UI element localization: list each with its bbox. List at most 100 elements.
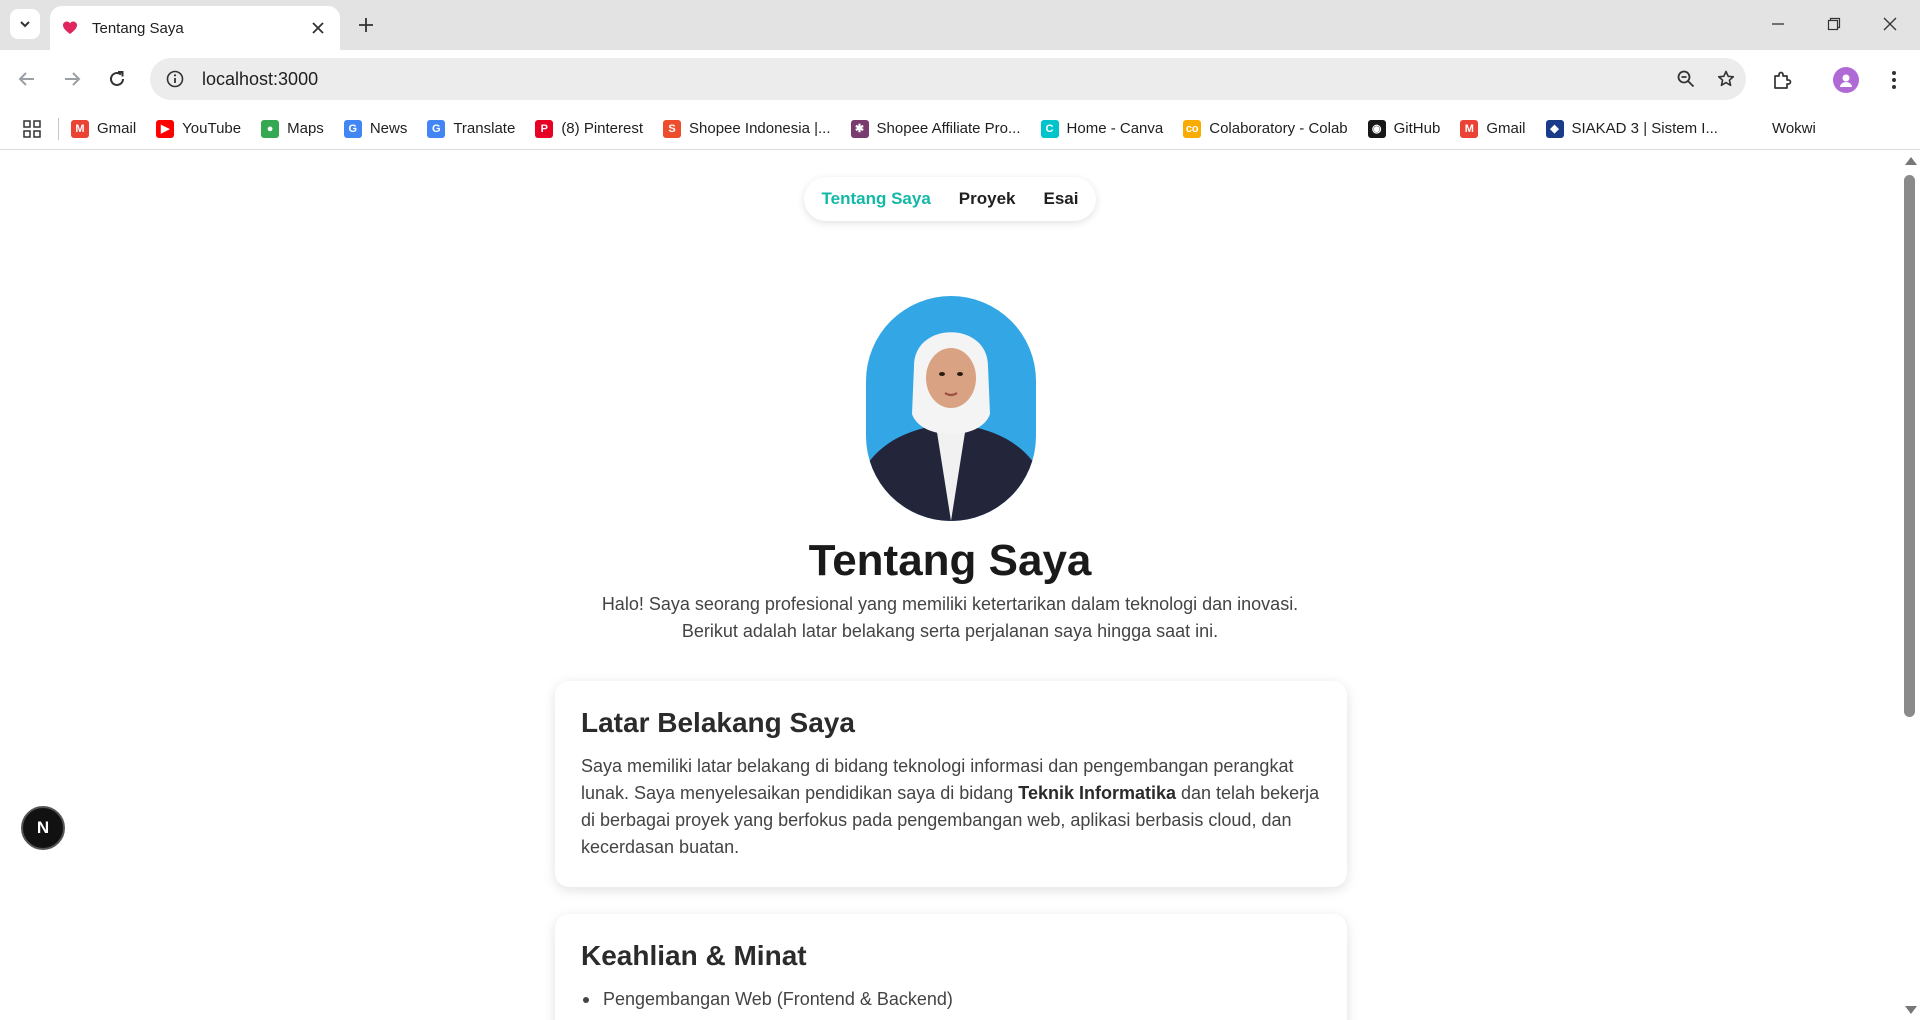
address-bar[interactable]: localhost:3000 [150,58,1746,100]
bookmark-colaboratory-colab[interactable]: co Colaboratory - Colab [1183,119,1348,138]
nextjs-dev-indicator[interactable]: N [21,806,65,850]
avatar [1833,67,1859,93]
bookmark-siakad-3-sistem-i[interactable]: ◆ SIAKAD 3 | Sistem I... [1545,119,1718,138]
bullet-icon [583,996,589,1003]
bookmark-github[interactable]: ◉ GitHub [1367,119,1441,138]
gmail-icon: M [1460,119,1479,138]
background-text-bold: Teknik Informatika [1018,783,1177,803]
bookmark-label: Shopee Affiliate Pro... [876,120,1021,137]
forward-button[interactable] [55,62,89,96]
heart-icon [62,20,78,36]
skills-list: Pengembangan Web (Frontend & Backend) [581,986,1321,1013]
tab-search-button[interactable] [10,9,40,39]
bookmark-news[interactable]: G News [343,119,408,138]
shopee-icon: S [663,119,682,138]
url-text[interactable]: localhost:3000 [202,69,1666,90]
shopee-affiliate-icon: ✱ [850,119,869,138]
skills-heading: Keahlian & Minat [581,940,807,971]
bookmark-star-icon[interactable] [1706,59,1746,99]
bookmark-gmail[interactable]: M Gmail [71,119,137,138]
bookmark-label: Translate [453,120,516,137]
minimize-button[interactable] [1758,8,1798,40]
bookmark-shopee-indonesia[interactable]: S Shopee Indonesia |... [663,119,831,138]
close-icon [1883,17,1897,31]
close-window-button[interactable] [1870,8,1910,40]
intro-line-1: Halo! Saya seorang profesional yang memi… [601,594,1299,614]
background-card: Latar Belakang Saya Saya memiliki latar … [555,681,1347,887]
bookmark-maps[interactable]: ● Maps [261,119,324,138]
bookmark-label: Gmail [1486,120,1526,137]
chevron-down-icon [20,21,30,28]
pinterest-icon: P [535,119,554,138]
minimize-icon [1772,23,1784,25]
bookmark-label: (8) Pinterest [561,120,644,137]
bookmark-label: Maps [287,120,324,137]
list-item: Pengembangan Web (Frontend & Backend) [581,986,1321,1013]
colab-icon: co [1183,119,1202,138]
page-content: Tentang Saya Proyek Esai Tentang Saya Ha… [0,151,1900,1020]
bookmark-label: Shopee Indonesia |... [689,120,831,137]
page-title: Tentang Saya [808,536,1092,585]
zoom-icon[interactable] [1666,59,1706,99]
bookmark-gmail[interactable]: M Gmail [1460,119,1526,138]
nav-link-tentang-saya[interactable]: Tentang Saya [822,189,931,209]
browser-toolbar: localhost:3000 [0,50,1920,108]
intro-line-2: Berikut adalah latar belakang serta perj… [681,621,1219,641]
github-icon: ◉ [1367,119,1386,138]
youtube-icon: ▶ [156,119,175,138]
reload-button[interactable] [100,62,134,96]
arrow-left-icon [18,72,34,86]
gmail-icon: M [71,119,89,138]
reload-icon [110,71,124,86]
bookmark-label: Home - Canva [1066,120,1164,137]
plus-icon [359,18,373,32]
maps-icon: ● [261,119,280,138]
bookmark-label: GitHub [1393,120,1441,137]
extensions-button[interactable] [1764,62,1800,98]
canva-icon: C [1040,119,1059,138]
bookmarks-divider [58,117,59,140]
new-tab-button[interactable] [352,11,380,39]
background-text: Saya memiliki latar belakang di bidang t… [581,753,1321,861]
bookmarks-bar: M Gmail ▶ YouTube ● Maps G News G Translate P (8) P… [0,108,1920,150]
site-info-icon[interactable] [154,58,196,100]
skill-label: Pengembangan Web (Frontend & Backend) [603,989,953,1009]
scroll-up-arrow-icon[interactable] [1905,157,1917,165]
tab-title: Tentang Saya [92,19,184,37]
nav-link-proyek[interactable]: Proyek [959,189,1016,209]
bookmark-home-canva[interactable]: C Home - Canva [1040,119,1164,138]
siakad-icon: ◆ [1545,119,1564,138]
bookmark-shopee-affiliate-pro[interactable]: ✱ Shopee Affiliate Pro... [850,119,1021,138]
bookmark-wokwi[interactable]: Wokwi [1772,120,1816,137]
background-heading: Latar Belakang Saya [581,707,855,738]
bookmark-label: News [369,120,408,137]
bookmark-translate[interactable]: G Translate [427,119,516,138]
bookmark-label: Wokwi [1771,120,1816,137]
apps-grid-icon[interactable] [20,117,44,141]
bookmark-label: SIAKAD 3 | Sistem I... [1571,120,1718,137]
page-scrollbar[interactable] [1900,151,1920,1020]
bookmark-youtube[interactable]: ▶ YouTube [156,119,242,138]
news-icon: G [343,119,362,138]
bookmark-8-pinterest[interactable]: P (8) Pinterest [535,119,644,138]
scroll-down-arrow-icon[interactable] [1905,1006,1917,1014]
restore-icon [1827,17,1841,31]
close-tab-icon[interactable] [308,18,328,38]
restore-button[interactable] [1814,8,1854,40]
scrollbar-thumb[interactable] [1904,175,1915,717]
puzzle-icon [1774,71,1792,89]
skills-card: Keahlian & Minat Pengembangan Web (Front… [555,914,1347,1020]
profile-photo [866,296,1036,521]
profile-button[interactable] [1828,62,1864,98]
tab-strip: Tentang Saya [0,0,1920,50]
browser-tab-active[interactable]: Tentang Saya [50,6,340,50]
arrow-right-icon [65,72,81,86]
nav-link-esai[interactable]: Esai [1044,189,1079,209]
back-button[interactable] [10,62,44,96]
bookmark-label: YouTube [182,120,242,137]
top-nav: Tentang Saya Proyek Esai [804,177,1096,221]
bookmark-label: Colaboratory - Colab [1209,120,1348,137]
menu-button[interactable] [1876,62,1912,98]
intro-text: Halo! Saya seorang profesional yang memi… [550,591,1350,645]
bookmark-label: Gmail [97,120,137,137]
